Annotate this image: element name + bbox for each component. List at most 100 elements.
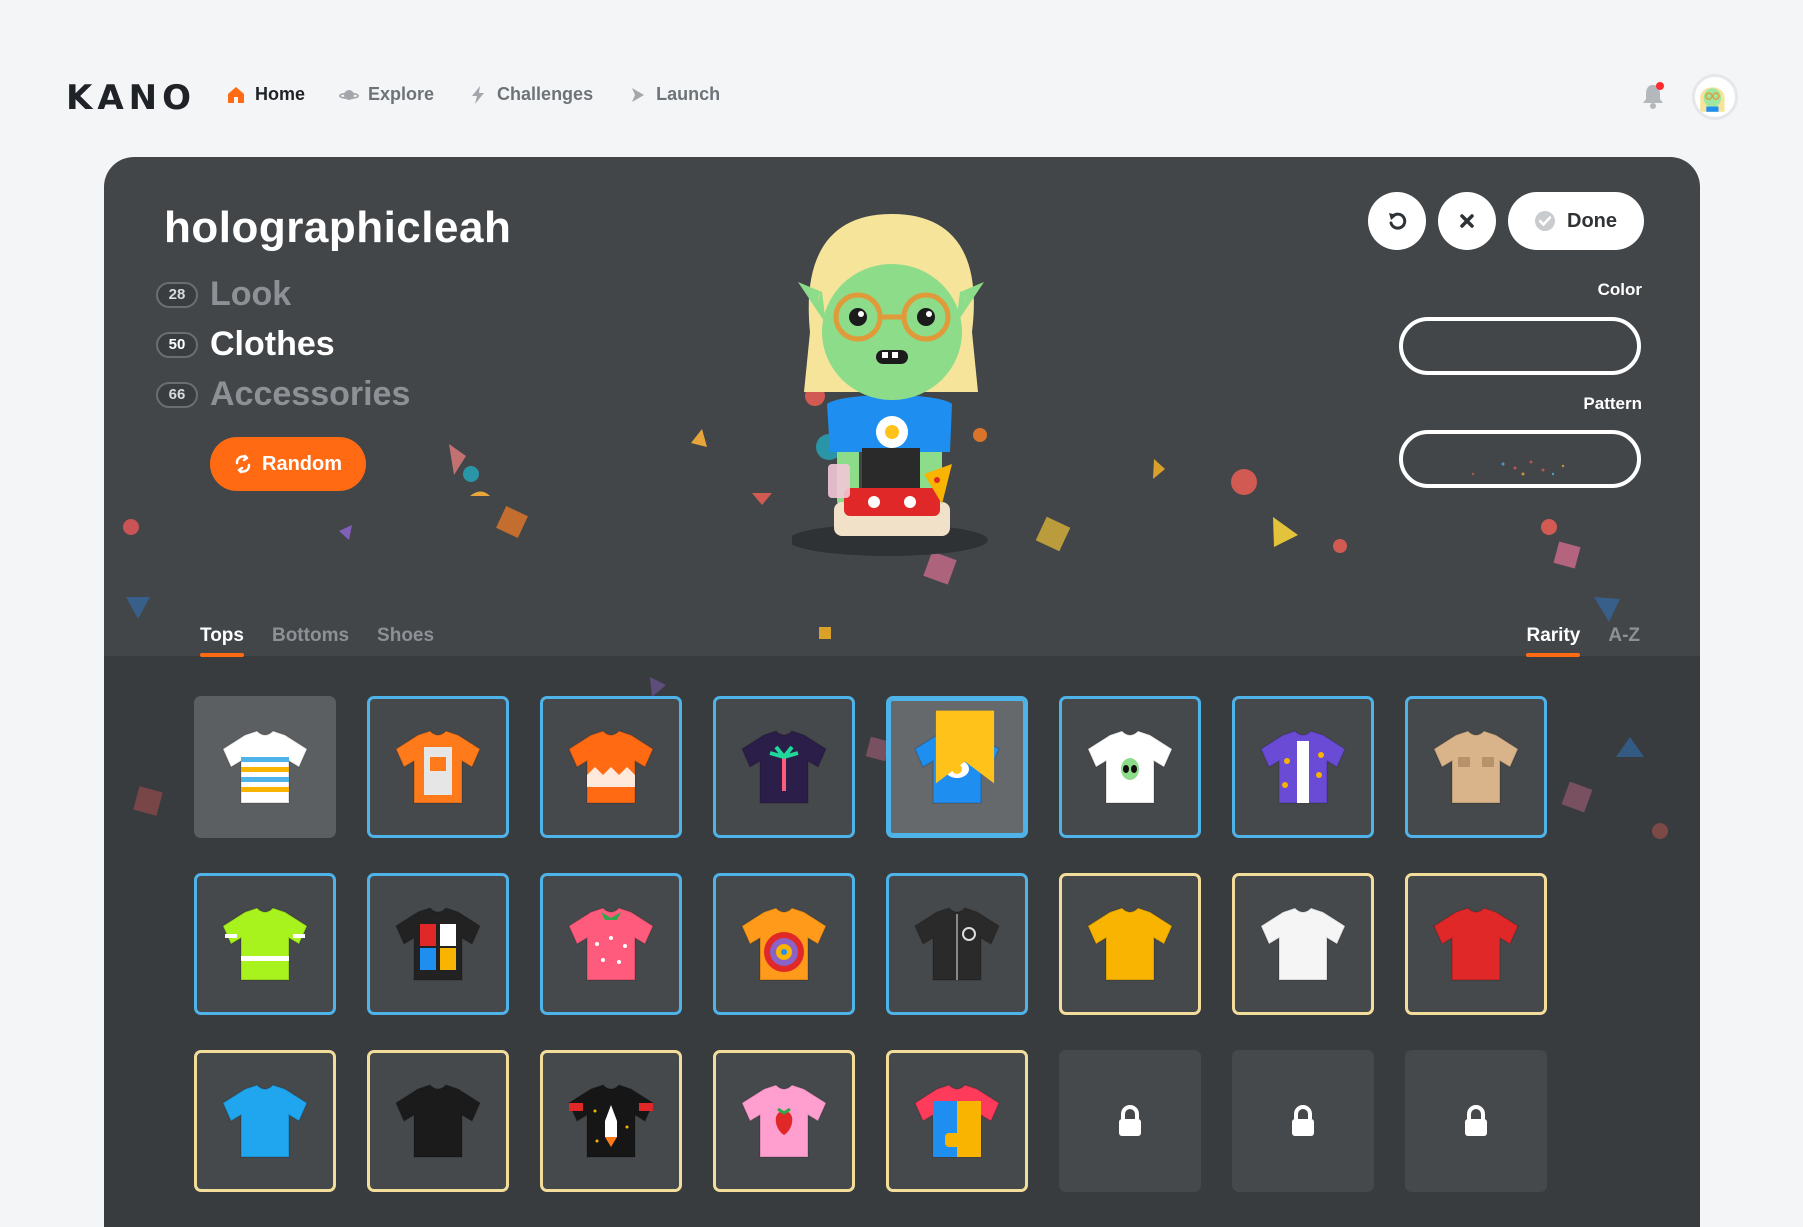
sort-a-z[interactable]: A-Z — [1608, 625, 1640, 657]
garment-icon — [914, 907, 1000, 981]
category-label: Look — [210, 275, 292, 313]
top-bar: KANO Home Explore Challenges Launch — [0, 0, 1803, 150]
item-tile-rocket-tee[interactable] — [540, 1050, 682, 1192]
category-accessories[interactable]: 66 Accessories — [156, 375, 410, 414]
item-tile-alien-tee[interactable] — [1059, 696, 1201, 838]
garment-icon — [1260, 730, 1346, 804]
garment-icon — [222, 730, 308, 804]
lightning-icon — [472, 85, 485, 104]
item-tile-yellow-tee[interactable] — [1059, 873, 1201, 1015]
nav-home[interactable]: Home — [226, 84, 305, 105]
sort-tabs: Rarity A-Z — [1526, 625, 1640, 657]
item-tile-black-tee[interactable] — [367, 1050, 509, 1192]
tab-tops[interactable]: Tops — [200, 625, 244, 657]
item-tile-strawberry-sweater[interactable] — [540, 873, 682, 1015]
item-tile-bomber-jacket[interactable] — [886, 873, 1028, 1015]
item-tile-blue-tee[interactable] — [194, 1050, 336, 1192]
done-button[interactable]: Done — [1508, 192, 1644, 250]
garment-icon — [568, 1084, 654, 1158]
garment-icon — [568, 730, 654, 804]
username-heading: holographicleah — [164, 203, 512, 252]
garment-icon — [914, 1084, 1000, 1158]
item-tile-egg-tee[interactable] — [886, 696, 1028, 838]
item-tile-colorblock-hoodie[interactable] — [886, 1050, 1028, 1192]
color-picker[interactable] — [1399, 317, 1641, 375]
planet-icon — [339, 89, 360, 100]
bookmark-icon — [935, 710, 995, 784]
garment-icon — [1087, 730, 1173, 804]
lock-icon — [1119, 1105, 1141, 1136]
category-count-badge: 50 — [156, 331, 198, 358]
item-tile-pizza-shirt[interactable] — [1232, 696, 1374, 838]
garment-icon — [222, 907, 308, 981]
category-look[interactable]: 28 Look — [156, 275, 291, 314]
user-avatar[interactable] — [1692, 74, 1738, 120]
item-tile-neon-jacket[interactable] — [194, 873, 336, 1015]
category-label: Clothes — [210, 325, 335, 363]
random-button[interactable]: Random — [210, 437, 366, 491]
garment-icon — [395, 907, 481, 981]
item-tile-tie-dye-tank[interactable] — [713, 873, 855, 1015]
garment-icon — [741, 907, 827, 981]
item-tile-striped-tee[interactable] — [194, 696, 336, 838]
pattern-picker[interactable] — [1399, 430, 1641, 488]
garment-icon — [741, 730, 827, 804]
item-tile-locked-item — [1059, 1050, 1201, 1192]
random-label: Random — [262, 452, 342, 475]
color-label: Color — [1597, 280, 1642, 299]
undo-button[interactable] — [1368, 192, 1426, 250]
home-icon — [228, 86, 244, 103]
garment-icon — [1433, 730, 1519, 804]
shuffle-icon — [235, 454, 251, 474]
nav-challenges-label: Challenges — [497, 84, 594, 104]
garment-icon — [1433, 907, 1519, 981]
item-tile-white-tee[interactable] — [1232, 873, 1374, 1015]
item-tile-kano-zigzag-tee[interactable] — [540, 696, 682, 838]
nav-challenges[interactable]: Challenges — [468, 84, 593, 105]
main-nav: Home Explore Challenges Launch — [226, 84, 720, 105]
garment-icon — [222, 1084, 308, 1158]
nav-launch[interactable]: Launch — [627, 84, 720, 105]
nav-home-label: Home — [255, 84, 306, 104]
done-label: Done — [1567, 209, 1617, 232]
pattern-label: Pattern — [1583, 394, 1642, 413]
bell-icon[interactable] — [1640, 82, 1666, 110]
item-grid — [194, 696, 1547, 1192]
garment-icon — [1087, 907, 1173, 981]
nav-explore-label: Explore — [368, 84, 435, 104]
item-tile-red-tee[interactable] — [1405, 873, 1547, 1015]
item-tile-locked-item — [1405, 1050, 1547, 1192]
avatar-face-icon — [1695, 77, 1730, 112]
nav-launch-label: Launch — [656, 84, 721, 104]
check-icon — [1535, 211, 1555, 231]
tab-shoes[interactable]: Shoes — [377, 625, 434, 657]
item-tile-safari-jacket[interactable] — [1405, 696, 1547, 838]
item-tile-astronaut-hoodie[interactable] — [367, 696, 509, 838]
category-clothes[interactable]: 50 Clothes — [156, 325, 335, 364]
item-tile-mondrian-jacket[interactable] — [367, 873, 509, 1015]
tab-bottoms[interactable]: Bottoms — [272, 625, 349, 657]
avatar-character — [792, 214, 988, 556]
undo-icon — [1389, 212, 1407, 230]
garment-icon — [568, 907, 654, 981]
close-icon — [1460, 214, 1474, 228]
garment-icon — [1260, 907, 1346, 981]
lock-icon — [1292, 1105, 1314, 1136]
clothing-tabs: Tops Bottoms Shoes — [200, 625, 434, 657]
category-count-badge: 66 — [156, 381, 198, 408]
avatar-editor-panel: holographicleah 28 Look 50 Clothes 66 Ac… — [104, 157, 1700, 1227]
play-icon — [632, 87, 645, 102]
garment-icon — [395, 730, 481, 804]
close-button[interactable] — [1438, 192, 1496, 250]
item-tile-strawberry-crop[interactable] — [713, 1050, 855, 1192]
kano-logo[interactable]: KANO — [66, 78, 196, 118]
pattern-dots-decoration — [1471, 460, 1565, 476]
category-count-badge: 28 — [156, 281, 198, 308]
category-label: Accessories — [210, 375, 411, 413]
lock-icon — [1465, 1105, 1487, 1136]
sort-rarity[interactable]: Rarity — [1526, 625, 1580, 657]
item-tile-palm-tree-tee[interactable] — [713, 696, 855, 838]
garment-icon — [395, 1084, 481, 1158]
item-tile-locked-item — [1232, 1050, 1374, 1192]
nav-explore[interactable]: Explore — [339, 84, 434, 105]
